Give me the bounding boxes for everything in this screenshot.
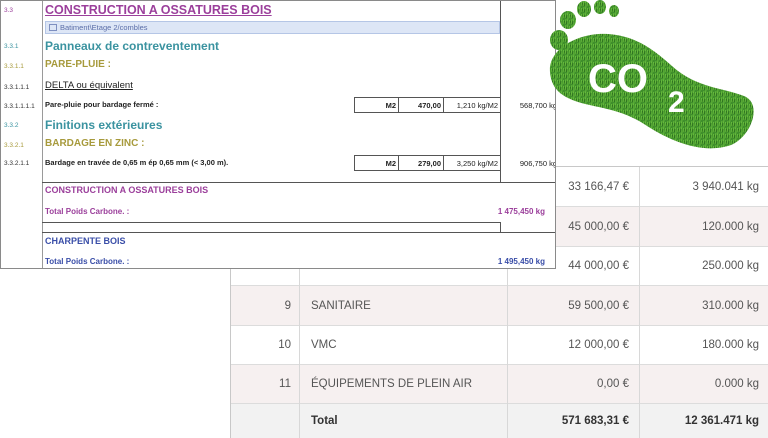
row-carbon: 0.000 kg	[714, 378, 759, 390]
row-carbon: 120.000 kg	[702, 220, 759, 233]
table-row: 11 ÉQUIPEMENTS DE PLEIN AIR 0,00 € 0.000…	[231, 365, 768, 404]
row-price: 59 500,00 €	[568, 299, 629, 312]
summary-title: CONSTRUCTION A OSSATURES BOIS	[45, 185, 209, 195]
item-description: Pare-pluie pour bardage fermé :	[45, 100, 159, 109]
row-number: 10	[278, 339, 291, 351]
summary-title: CHARPENTE BOIS	[45, 236, 126, 246]
product-reference: DELTA ou équivalent	[45, 80, 133, 91]
breadcrumb[interactable]: Batiment\Etage 2/combles	[45, 21, 500, 34]
co2-text: CO	[588, 57, 648, 101]
row-price: 0,00 €	[597, 378, 629, 390]
item-quantity: 279,00	[398, 155, 444, 171]
breadcrumb-text: Batiment\Etage 2/combles	[60, 23, 148, 32]
subsection-title: Panneaux de contreventement	[45, 39, 220, 53]
total-price: 571 683,31 €	[561, 415, 629, 427]
item-description: Bardage en travée de 0,65 m ép 0,65 mm (…	[45, 158, 229, 167]
foot-body	[549, 33, 754, 149]
summary-label: Total Poids Carbone. :	[45, 207, 130, 216]
divider	[42, 182, 555, 183]
section-number: 3.3.2	[4, 122, 19, 129]
row-label: SANITAIRE	[311, 299, 371, 312]
section-title: CONSTRUCTION A OSSATURES BOIS	[45, 3, 272, 17]
summary-label: Total Poids Carbone. :	[45, 257, 130, 266]
toe-icon	[560, 11, 576, 29]
subsection-title: BARDAGE EN ZINC :	[45, 138, 145, 149]
subsection-title: Finitions extérieures	[45, 118, 163, 132]
item-unit: M2	[354, 97, 399, 113]
toe-icon	[609, 5, 619, 17]
item-unit: M2	[354, 155, 399, 171]
summary-value: 1 495,450 kg	[497, 257, 545, 266]
column-divider	[500, 222, 501, 232]
divider	[42, 222, 501, 223]
row-label: VMC	[311, 339, 337, 351]
number-column-divider	[42, 1, 43, 268]
folder-link-icon	[49, 24, 57, 31]
column-divider	[639, 167, 640, 438]
toe-icon	[594, 0, 606, 14]
table-row: 10 VMC 12 000,00 € 180.000 kg	[231, 326, 768, 365]
section-number: 3.3	[4, 7, 14, 14]
row-label: ÉQUIPEMENTS DE PLEIN AIR	[311, 378, 473, 390]
row-number: 11	[279, 378, 291, 390]
item-number: 3.3.1.1.1.1	[4, 103, 35, 110]
section-number: 3.3.1.1.1	[4, 84, 30, 91]
toe-icon	[577, 1, 591, 17]
section-number: 3.3.2.1	[4, 142, 24, 149]
co2-subscript: 2	[668, 86, 685, 119]
row-carbon: 250.000 kg	[702, 260, 759, 272]
table-row: 9 SANITAIRE 59 500,00 € 310.000 kg	[231, 286, 768, 326]
section-number: 3.3.1.1	[4, 63, 24, 70]
item-number: 3.3.2.1.1	[4, 160, 30, 167]
co2-footprint-icon: CO 2	[540, 0, 768, 160]
item-factor: 3,250 kg/M2	[443, 155, 501, 171]
item-factor: 1,210 kg/M2	[443, 97, 501, 113]
row-number: 9	[284, 299, 291, 312]
total-label: Total	[311, 415, 338, 427]
row-carbon: 180.000 kg	[702, 339, 759, 351]
row-carbon: 3 940.041 kg	[692, 180, 759, 193]
row-carbon: 310.000 kg	[702, 299, 759, 312]
table-total-row: Total 571 683,31 € 12 361.471 kg	[231, 404, 768, 438]
summary-value: 1 475,450 kg	[497, 207, 545, 216]
carbon-weight-document: 3.3 CONSTRUCTION A OSSATURES BOIS Batime…	[0, 0, 556, 269]
row-price: 12 000,00 €	[568, 339, 629, 351]
subsection-title: PARE-PLUIE :	[45, 59, 111, 70]
total-carbon: 12 361.471 kg	[684, 415, 759, 427]
divider	[42, 232, 555, 233]
section-number: 3.3.1	[4, 43, 19, 50]
item-quantity: 470,00	[398, 97, 444, 113]
footprint-svg: CO 2	[549, 0, 754, 149]
